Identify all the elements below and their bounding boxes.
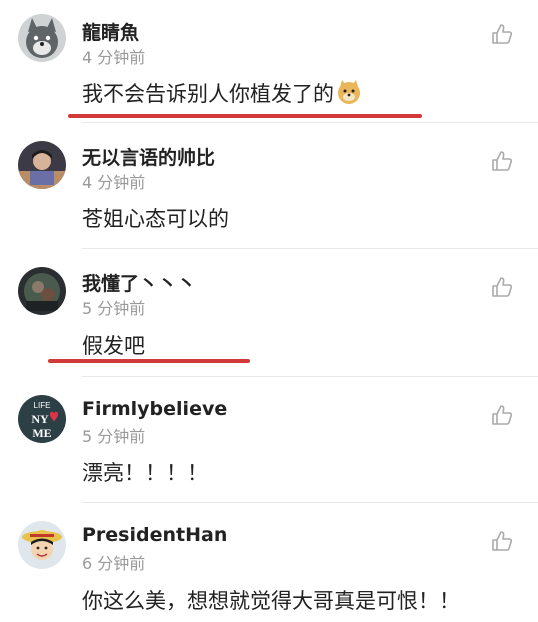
- comment-text: 苍姐心态可以的: [82, 207, 229, 231]
- photo-avatar-icon: [18, 267, 66, 315]
- timestamp: 5 分钟前: [82, 299, 146, 318]
- avatar[interactable]: [18, 14, 66, 62]
- svg-text:LIFE: LIFE: [34, 401, 51, 410]
- username[interactable]: Firmlybelieve: [82, 398, 227, 420]
- username[interactable]: 无以言语的帅比: [82, 143, 215, 170]
- comment-item: 无以言语的帅比 4 分钟前 苍姐心态可以的: [0, 123, 538, 247]
- doge-emoji-icon: [336, 79, 362, 110]
- thumbs-up-icon[interactable]: [490, 403, 516, 427]
- comment-text: 假发吧: [82, 334, 145, 358]
- avatar[interactable]: LIFE NY ME: [18, 395, 66, 443]
- thumbs-up-icon[interactable]: [490, 275, 516, 299]
- comment-list: 龍睛魚 4 分钟前 我不会告诉别人你植发了的 无以言语的帅比 4 分钟前 苍姐心…: [0, 0, 538, 622]
- thumbs-up-icon[interactable]: [490, 149, 516, 173]
- comment-item: PresidentHan 6 分钟前 你这么美，想想就觉得大哥真是可恨！！: [0, 503, 538, 622]
- svg-text:NY: NY: [31, 412, 49, 426]
- photo-avatar-icon: [18, 141, 66, 189]
- thumbs-up-icon[interactable]: [490, 529, 516, 553]
- timestamp: 4 分钟前: [82, 48, 146, 67]
- avatar[interactable]: [18, 141, 66, 189]
- svg-text:ME: ME: [32, 426, 51, 440]
- timestamp: 6 分钟前: [82, 554, 146, 573]
- cartoon-luffy-avatar-icon: [18, 521, 66, 569]
- comment-item: 我懂了丶丶丶 5 分钟前 假发吧: [0, 249, 538, 375]
- comment-text-content: 我不会告诉别人你植发了的: [82, 82, 334, 106]
- life-ny-me-avatar-icon: LIFE NY ME: [18, 395, 66, 443]
- timestamp: 5 分钟前: [82, 427, 146, 446]
- avatar[interactable]: [18, 521, 66, 569]
- username[interactable]: 我懂了丶丶丶: [82, 269, 196, 296]
- comment-text: 你这么美，想想就觉得大哥真是可恨！！: [82, 589, 460, 613]
- comment-text: 漂亮！！！！: [82, 461, 208, 485]
- red-underline: [68, 114, 422, 118]
- username[interactable]: 龍睛魚: [82, 18, 139, 45]
- cartoon-wolf-icon: [18, 14, 66, 62]
- thumbs-up-icon[interactable]: [490, 22, 516, 46]
- avatar[interactable]: [18, 267, 66, 315]
- comment-item: 龍睛魚 4 分钟前 我不会告诉别人你植发了的: [0, 0, 538, 122]
- comment-item: LIFE NY ME Firmlybelieve 5 分钟前 漂亮！！！！: [0, 377, 538, 501]
- timestamp: 4 分钟前: [82, 173, 146, 192]
- username[interactable]: PresidentHan: [82, 524, 227, 546]
- red-underline: [48, 359, 250, 363]
- comment-text: 我不会告诉别人你植发了的: [82, 78, 362, 110]
